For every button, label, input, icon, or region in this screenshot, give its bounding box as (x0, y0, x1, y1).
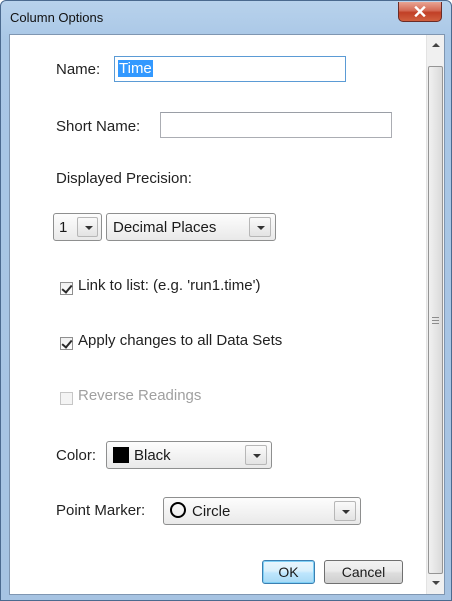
name-input[interactable]: Time (114, 56, 346, 82)
color-value: Black (134, 447, 171, 464)
color-label: Color: (56, 447, 97, 464)
displayed-precision-label: Displayed Precision: (56, 170, 192, 187)
precision-digits-value: 1 (59, 219, 68, 236)
chevron-down-icon (245, 445, 267, 465)
point-marker-dropdown[interactable]: Circle (163, 497, 361, 525)
ok-button[interactable]: OK (262, 560, 315, 584)
reverse-readings-label: Reverse Readings (78, 387, 202, 404)
scrollbar-thumb[interactable] (428, 66, 443, 574)
link-to-list-label[interactable]: Link to list: (e.g. 'run1.time') (78, 277, 260, 294)
point-marker-label: Point Marker: (56, 502, 146, 519)
close-icon (414, 6, 426, 17)
dialog-title: Column Options (10, 10, 104, 25)
options-form: Name: Time Short Name: Displayed Precisi… (10, 35, 427, 594)
scroll-down-icon[interactable] (427, 575, 444, 592)
apply-all-data-sets-label[interactable]: Apply changes to all Data Sets (78, 332, 282, 349)
name-input-value: Time (118, 60, 153, 77)
reverse-readings-checkbox (60, 392, 73, 405)
name-label: Name: (56, 61, 101, 78)
precision-type-value: Decimal Places (113, 219, 217, 236)
precision-digits-dropdown[interactable]: 1 (53, 213, 102, 241)
chevron-down-icon (334, 501, 356, 521)
circle-icon (170, 502, 186, 518)
short-name-input[interactable] (160, 112, 392, 138)
grip-icon (432, 317, 439, 324)
color-swatch (113, 447, 129, 463)
vertical-scrollbar[interactable] (426, 35, 444, 594)
precision-type-dropdown[interactable]: Decimal Places (106, 213, 276, 241)
chevron-down-icon (77, 217, 98, 237)
apply-all-data-sets-checkbox[interactable] (60, 337, 73, 350)
column-options-dialog: Column Options Name: Time Short Name: Di… (0, 0, 452, 601)
short-name-label: Short Name: (56, 118, 141, 135)
chevron-down-icon (249, 217, 271, 237)
dialog-client-area: Name: Time Short Name: Displayed Precisi… (9, 34, 445, 595)
cancel-button[interactable]: Cancel (324, 560, 403, 584)
scroll-up-icon[interactable] (427, 37, 444, 54)
color-dropdown[interactable]: Black (106, 441, 272, 469)
link-to-list-checkbox[interactable] (60, 282, 73, 295)
close-button[interactable] (398, 2, 442, 22)
title-bar[interactable]: Column Options (1, 1, 451, 35)
point-marker-value: Circle (192, 503, 231, 520)
